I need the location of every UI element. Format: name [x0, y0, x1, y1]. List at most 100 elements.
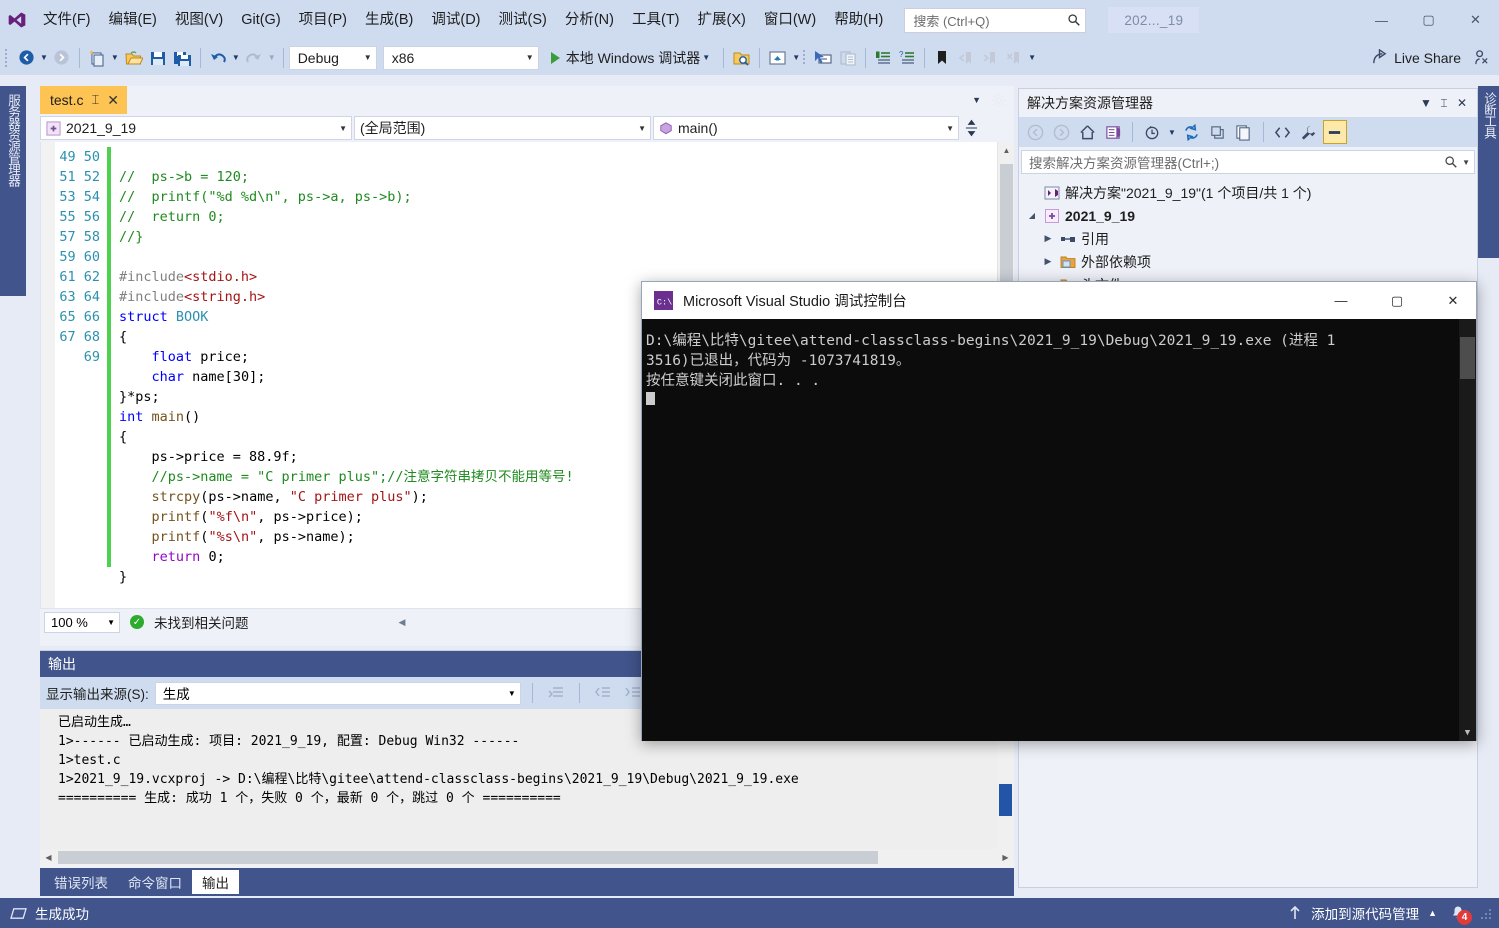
switch-views-icon[interactable] [1101, 120, 1125, 144]
output-hscroll-thumb[interactable] [58, 851, 878, 864]
tab-error-list[interactable]: 错误列表 [44, 870, 118, 894]
scroll-down-icon[interactable]: ▼ [1459, 724, 1476, 741]
new-window-icon[interactable] [836, 45, 860, 71]
menu-item-extensions[interactable]: 扩展(X) [689, 7, 755, 33]
save-file-icon[interactable] [146, 45, 170, 71]
toolbar-grip[interactable] [4, 48, 14, 68]
chevron-down-icon[interactable]: ▼ [972, 95, 981, 105]
undo-dropdown-icon[interactable]: ▼ [230, 53, 242, 62]
menu-item-build[interactable]: 生成(B) [356, 7, 422, 33]
output-scroll-thumb[interactable] [999, 784, 1012, 816]
output-horizontal-scrollbar[interactable]: ◀ ▶ [40, 849, 1014, 866]
navigate-forward-button[interactable] [50, 45, 74, 71]
menu-item-file[interactable]: 文件(F) [34, 7, 100, 33]
editor-tab-test-c[interactable]: test.c ⌶ ✕ [40, 86, 128, 114]
scrollbar-thumb[interactable] [1000, 164, 1013, 284]
home-icon[interactable] [1075, 120, 1099, 144]
navbar-member-combo[interactable]: main() ▼ [653, 116, 959, 140]
toolbar-grip[interactable] [802, 49, 810, 67]
chevron-up-icon[interactable]: ▲ [1428, 908, 1437, 918]
toggle-bookmark-icon[interactable] [930, 45, 954, 71]
redo-dropdown-icon[interactable]: ▼ [266, 53, 278, 62]
preview-selected-items-icon[interactable] [1322, 120, 1347, 144]
clear-bookmarks-icon[interactable] [1002, 45, 1026, 71]
menu-item-git[interactable]: Git(G) [232, 7, 289, 33]
tree-item-solution[interactable]: 解决方案"2021_9_19"(1 个项目/共 1 个) [1019, 181, 1477, 204]
undo-icon[interactable] [206, 45, 230, 71]
solution-platform-combo[interactable]: x86 ▼ [382, 45, 539, 70]
start-window-icon[interactable] [765, 45, 790, 71]
console-scroll-thumb[interactable] [1460, 337, 1475, 379]
menu-item-view[interactable]: 视图(V) [166, 7, 232, 33]
global-search-input[interactable]: 搜索 (Ctrl+Q) [904, 7, 1087, 33]
console-output-text[interactable]: D:\编程\比特\gitee\attend-classclass-begins\… [642, 319, 1476, 741]
notifications-button[interactable]: 4 [1446, 902, 1472, 925]
show-all-files-icon[interactable] [1232, 120, 1256, 144]
forward-icon[interactable] [1049, 120, 1073, 144]
start-debugging-button[interactable]: 本地 Windows 调试器 ▼ [545, 45, 719, 71]
pending-changes-icon[interactable] [1140, 120, 1164, 144]
go-to-previous-message-icon[interactable] [591, 680, 615, 706]
uncomment-selection-icon[interactable]: ? [895, 45, 919, 71]
tab-command-window[interactable]: 命令窗口 [118, 870, 192, 894]
next-bookmark-icon[interactable] [978, 45, 1002, 71]
open-file-icon[interactable] [121, 45, 146, 71]
toolbar-overflow-icon[interactable]: ▼ [1026, 53, 1038, 62]
server-explorer-dock-tab[interactable]: 服务器资源管理器 [0, 86, 26, 296]
back-icon[interactable] [1023, 120, 1047, 144]
tree-expander[interactable]: ▶ [1041, 256, 1055, 267]
resize-grip-icon[interactable] [1479, 906, 1493, 920]
diagnostic-tools-dock-tab[interactable]: 诊断工具 [1478, 86, 1499, 258]
tree-item-project[interactable]: ◢ 2021_9_19 [1019, 204, 1477, 227]
scroll-right-icon[interactable]: ▶ [997, 849, 1014, 866]
pin-icon[interactable]: ⌶ [91, 92, 99, 108]
zoom-level-combo[interactable]: 100 % ▼ [44, 611, 120, 633]
navbar-project-combo[interactable]: 2021_9_19 ▼ [40, 116, 352, 140]
chevron-down-icon[interactable]: ▼ [1462, 158, 1470, 167]
menu-item-debug[interactable]: 调试(D) [422, 7, 489, 33]
menu-item-analyze[interactable]: 分析(N) [556, 7, 623, 33]
close-icon[interactable]: ✕ [107, 92, 119, 109]
live-share-button[interactable]: Live Share [1363, 45, 1469, 71]
gear-icon[interactable] [991, 93, 1006, 108]
close-icon[interactable]: ✕ [1453, 96, 1471, 110]
debug-console-window[interactable]: C:\ Microsoft Visual Studio 调试控制台 — ▢ ✕ … [641, 281, 1477, 741]
collapse-all-icon[interactable] [1206, 120, 1230, 144]
console-vertical-scrollbar[interactable]: ▲ ▼ [1459, 319, 1476, 741]
console-minimize-button[interactable]: — [1318, 282, 1364, 319]
view-code-icon[interactable] [1271, 120, 1295, 144]
console-close-button[interactable]: ✕ [1430, 282, 1476, 319]
select-element-icon[interactable] [810, 45, 836, 71]
feedback-icon[interactable] [1469, 45, 1493, 71]
menu-item-help[interactable]: 帮助(H) [825, 7, 892, 33]
refresh-icon[interactable] [1180, 120, 1204, 144]
tab-output[interactable]: 输出 [192, 870, 239, 894]
console-maximize-button[interactable]: ▢ [1374, 282, 1420, 319]
output-source-combo[interactable]: 生成 ▼ [154, 681, 521, 705]
maximize-button[interactable]: ▢ [1405, 0, 1452, 40]
solution-explorer-search-input[interactable]: 搜索解决方案资源管理器(Ctrl+;) ▼ [1021, 150, 1475, 174]
tree-expander[interactable]: ◢ [1025, 211, 1039, 220]
solution-configuration-combo[interactable]: Debug ▼ [288, 45, 377, 70]
redo-icon[interactable] [242, 45, 266, 71]
navigate-backward-dropdown-icon[interactable]: ▼ [38, 53, 50, 62]
previous-bookmark-icon[interactable] [954, 45, 978, 71]
menu-item-window[interactable]: 窗口(W) [755, 7, 825, 33]
tree-item-references[interactable]: ▶ 引用 [1019, 227, 1477, 250]
scroll-left-icon[interactable]: ◀ [40, 849, 57, 866]
save-all-icon[interactable] [170, 45, 195, 71]
properties-icon[interactable] [1297, 120, 1321, 144]
menu-item-project[interactable]: 项目(P) [290, 7, 356, 33]
menu-item-tools[interactable]: 工具(T) [623, 7, 689, 33]
issue-prev-icon[interactable]: ◀ [399, 617, 406, 628]
comment-selection-icon[interactable] [871, 45, 895, 71]
find-message-icon[interactable] [544, 680, 568, 706]
navbar-scope-combo[interactable]: (全局范围) ▼ [354, 116, 651, 140]
close-button[interactable]: ✕ [1452, 0, 1499, 40]
tree-item-external-dependencies[interactable]: ▶ 外部依赖项 [1019, 250, 1477, 273]
minimize-button[interactable]: — [1358, 0, 1405, 40]
tree-expander[interactable]: ▶ [1041, 233, 1055, 244]
source-control-label[interactable]: 添加到源代码管理 [1311, 903, 1419, 923]
menu-item-edit[interactable]: 编辑(E) [100, 7, 166, 33]
split-editor-button[interactable] [961, 116, 981, 140]
